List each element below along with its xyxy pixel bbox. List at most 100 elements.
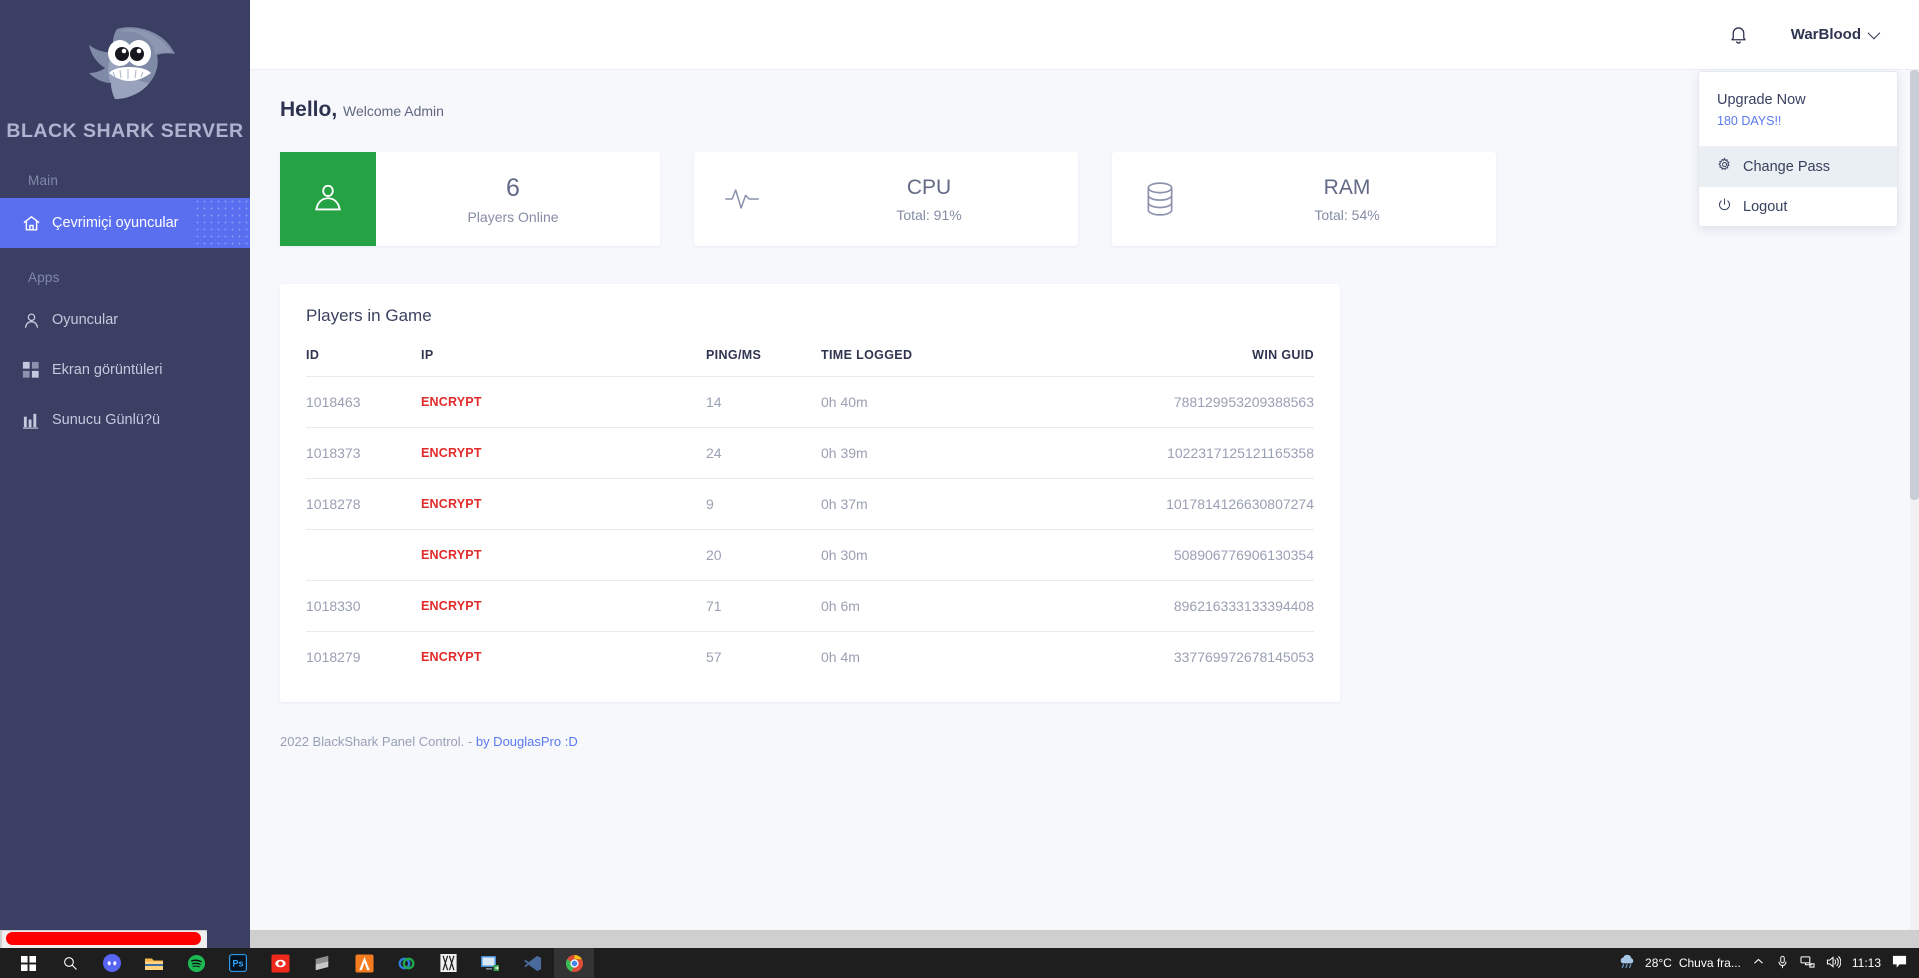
- gear-icon: [1717, 157, 1732, 176]
- grid-icon: [22, 361, 52, 379]
- cell-id: 1018278: [306, 478, 421, 530]
- svg-text:Ps: Ps: [232, 959, 243, 969]
- weather-cloud-rain-icon: [1618, 954, 1638, 972]
- sidebar-bottom-strip: [207, 930, 250, 948]
- table-row[interactable]: ENCRYPT 20 0h 30m 508906776906130354: [306, 529, 1314, 581]
- table-row[interactable]: 1018278 ENCRYPT 9 0h 37m 101781412663080…: [306, 478, 1314, 530]
- rings-icon[interactable]: [386, 948, 426, 978]
- discord-icon[interactable]: [92, 948, 132, 978]
- cell-ping: 71: [706, 580, 821, 632]
- network-icon[interactable]: [1800, 955, 1815, 971]
- cell-id: [306, 529, 421, 581]
- greeting-sub: Welcome Admin: [343, 103, 444, 119]
- cell-time: 0h 40m: [821, 376, 1121, 428]
- spotify-icon[interactable]: [176, 948, 216, 978]
- stat-cards: 6 Players Online CPU Total: 91% RAM Tota…: [280, 152, 1910, 246]
- column-header-ip[interactable]: IP: [421, 348, 706, 377]
- table-row[interactable]: 1018373 ENCRYPT 24 0h 39m 10223171251211…: [306, 427, 1314, 479]
- cell-ip: ENCRYPT: [421, 631, 706, 682]
- greeting-bold: Hello,: [280, 98, 338, 121]
- remote-desktop-icon[interactable]: [470, 948, 510, 978]
- cell-id: 1018463: [306, 376, 421, 428]
- sidebar-item-label: Sunucu Günlü?ü: [52, 412, 161, 428]
- sidebar-item-sunucu-gunlugu[interactable]: Sunucu Günlü?ü: [0, 395, 250, 445]
- volume-icon[interactable]: [1826, 955, 1842, 972]
- file-explorer-icon[interactable]: [134, 948, 174, 978]
- table-row[interactable]: 1018463 ENCRYPT 14 0h 40m 78812995320938…: [306, 376, 1314, 428]
- cell-guid: 1022317125121165358: [1121, 427, 1314, 479]
- microphone-icon[interactable]: [1776, 955, 1789, 972]
- anaconda-icon[interactable]: [344, 948, 384, 978]
- sidebar-section-apps: Apps: [28, 270, 60, 285]
- column-header-id[interactable]: ID: [306, 348, 421, 377]
- table-row[interactable]: 1018330 ENCRYPT 71 0h 6m 896216333133394…: [306, 580, 1314, 632]
- main-content: Hello, Welcome Admin 6 Players Online CP…: [250, 70, 1910, 930]
- column-header-win-guid[interactable]: WIN GUID: [1121, 348, 1314, 377]
- vscode-icon[interactable]: [512, 948, 552, 978]
- stat-card-label: Total: 54%: [1314, 206, 1380, 223]
- cell-ip: ENCRYPT: [421, 580, 706, 632]
- sidebar-item-label: Oyuncular: [52, 312, 119, 328]
- cell-id: 1018373: [306, 427, 421, 479]
- cell-time: 0h 37m: [821, 478, 1121, 530]
- upgrade-days-badge: 180 DAYS!!: [1717, 114, 1782, 128]
- sidebar-item-ekran-goruntuleri[interactable]: Ekran görüntüleri: [0, 345, 250, 395]
- menu-item-label: Change Pass: [1743, 158, 1831, 175]
- players-table: ID IP PING/MS TIME LOGGED WIN GUID 10184…: [306, 348, 1314, 682]
- app-white-icon[interactable]: [428, 948, 468, 978]
- cell-ip: ENCRYPT: [421, 529, 706, 581]
- redaction-bar: [6, 932, 201, 945]
- page-scrollbar[interactable]: [1910, 70, 1919, 930]
- taskbar-clock[interactable]: 11:13: [1852, 957, 1881, 969]
- sidebar-item-oyuncular[interactable]: Oyuncular: [0, 295, 250, 345]
- user-icon: [22, 311, 52, 330]
- search-icon[interactable]: [50, 948, 90, 978]
- menu-item-change-pass[interactable]: Change Pass: [1699, 146, 1897, 186]
- sidebar: BLACK SHARK SERVER Main Çevrimiçi oyuncu…: [0, 0, 250, 930]
- panel-title: Players in Game: [306, 306, 432, 325]
- upgrade-block[interactable]: Upgrade Now 180 DAYS!!: [1699, 76, 1897, 146]
- cell-ip: ENCRYPT: [421, 478, 706, 530]
- cell-id: 1018279: [306, 631, 421, 682]
- taskbar-apps: Ps: [0, 948, 594, 978]
- footer: 2022 BlackShark Panel Control. - by Doug…: [280, 734, 1910, 749]
- stat-card-body: RAM Total: 54%: [1208, 152, 1496, 246]
- table-row[interactable]: 1018279 ENCRYPT 57 0h 4m 337769972678145…: [306, 631, 1314, 682]
- menu-item-label: Logout: [1743, 198, 1788, 215]
- sublime-icon[interactable]: [302, 948, 342, 978]
- stat-card-value: RAM: [1323, 176, 1371, 200]
- weather-desc: Chuva fra...: [1678, 956, 1741, 970]
- app-red-icon[interactable]: [260, 948, 300, 978]
- app-root: BLACK SHARK SERVER Main Çevrimiçi oyuncu…: [0, 0, 1919, 978]
- column-header-time[interactable]: TIME LOGGED: [821, 348, 1121, 377]
- cell-ping: 9: [706, 478, 821, 530]
- sidebar-item-label: Çevrimiçi oyuncular: [52, 215, 179, 231]
- table-header-row: ID IP PING/MS TIME LOGGED WIN GUID: [306, 348, 1314, 377]
- brand-title: BLACK SHARK SERVER: [6, 120, 244, 142]
- menu-item-logout[interactable]: Logout: [1699, 186, 1897, 226]
- stat-card-value: 6: [506, 173, 520, 202]
- sidebar-section-main: Main: [28, 173, 59, 188]
- footer-author-link[interactable]: by DouglasPro :D: [476, 734, 578, 749]
- column-header-ping[interactable]: PING/MS: [706, 348, 821, 377]
- notification-bell-icon[interactable]: [1728, 24, 1749, 45]
- sidebar-item-cevrimici-oyuncular[interactable]: Çevrimiçi oyuncular: [0, 198, 250, 248]
- bar-chart-icon: [22, 411, 52, 430]
- weather-widget[interactable]: 28°C Chuva fra...: [1618, 954, 1741, 972]
- user-menu-button[interactable]: WarBlood: [1791, 26, 1881, 43]
- photoshop-icon[interactable]: Ps: [218, 948, 258, 978]
- cell-time: 0h 30m: [821, 529, 1121, 581]
- database-icon: [1112, 152, 1208, 246]
- user-dropdown-menu: Upgrade Now 180 DAYS!! Change Pass Logou…: [1698, 71, 1898, 227]
- topbar: WarBlood: [250, 0, 1919, 70]
- action-center-icon[interactable]: [1892, 954, 1907, 972]
- footer-text: 2022 BlackShark Panel Control. -: [280, 734, 473, 749]
- stat-card-body: 6 Players Online: [376, 152, 660, 246]
- browser-horizontal-scrollbar[interactable]: [0, 930, 1919, 948]
- chrome-icon[interactable]: [554, 948, 594, 978]
- scrollbar-thumb[interactable]: [1910, 70, 1919, 500]
- windows-start-icon[interactable]: [8, 948, 48, 978]
- brand: BLACK SHARK SERVER: [0, 0, 250, 151]
- chevron-up-icon[interactable]: [1752, 955, 1765, 971]
- taskbar-tray: 28°C Chuva fra... 11:13: [1618, 954, 1919, 972]
